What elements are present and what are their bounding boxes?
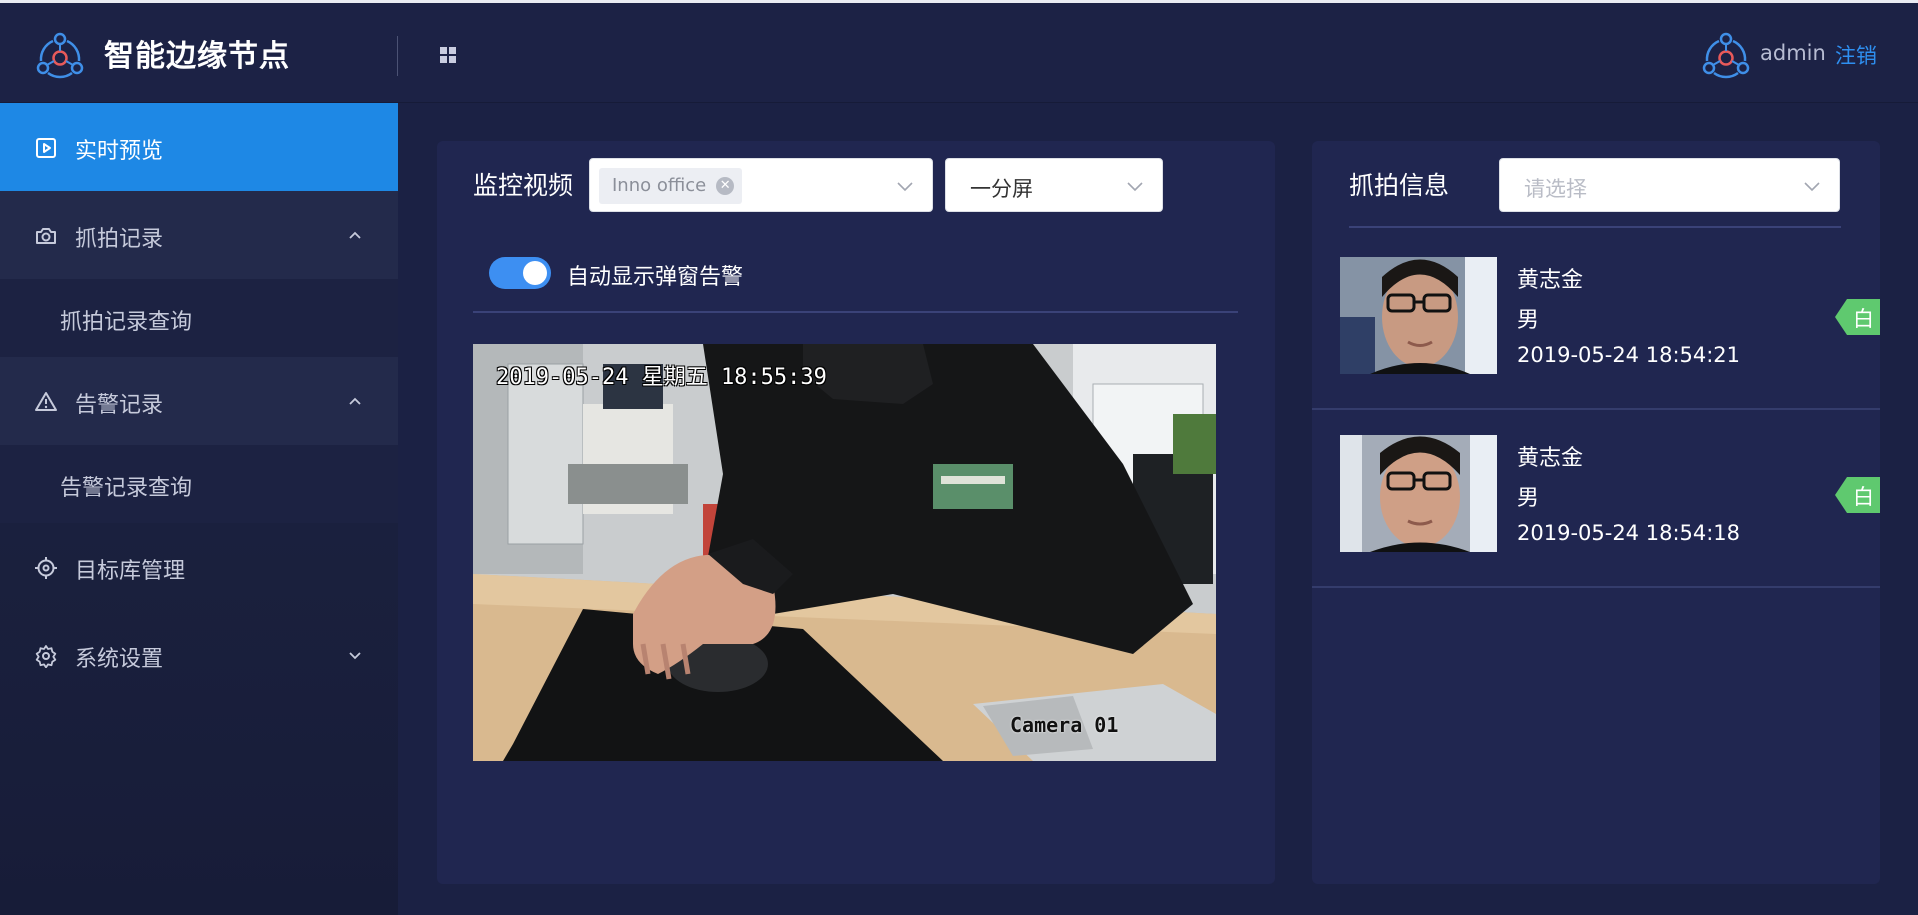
gear-icon (35, 645, 57, 668)
play-square-icon (36, 138, 56, 158)
sidebar-item-live-preview[interactable]: 实时预览 (0, 103, 398, 191)
chevron-down-icon (897, 182, 913, 192)
user-avatar-icon (1702, 32, 1750, 79)
capture-card[interactable]: 黄志金 男 2019-05-24 18:54:21 白 (1312, 257, 1880, 433)
chevron-up-icon (349, 397, 361, 405)
capture-filter-select[interactable]: 请选择 (1499, 158, 1840, 212)
chevron-up-icon (349, 231, 361, 239)
video-player[interactable]: 2019-05-24 星期五 18:55:39 Camera 01 (473, 344, 1216, 761)
video-osd-timestamp: 2019-05-24 星期五 18:55:39 (496, 365, 827, 390)
layout-select[interactable]: 一分屏 (945, 158, 1163, 212)
sidebar-item-label: 目标库管理 (75, 559, 186, 584)
auto-popup-toggle[interactable] (489, 257, 551, 289)
sidebar-item-capture-records[interactable]: 抓拍记录 (0, 191, 398, 279)
logout-link[interactable]: 注销 (1835, 40, 1877, 70)
camera-select[interactable]: Inno office ✕ (589, 158, 933, 212)
card-separator (1312, 586, 1880, 588)
video-frame (473, 344, 1216, 761)
camera-icon (36, 228, 56, 244)
sidebar-item-label: 实时预览 (75, 139, 164, 164)
whitelist-badge-label: 白 (1853, 307, 1874, 331)
sidebar: 实时预览 抓拍记录 抓拍记录查询 告警记录 告警记录查询 目标库管理 系统设置 (0, 103, 398, 915)
capture-timestamp: 2019-05-24 18:54:18 (1517, 521, 1741, 545)
sidebar-item-alarm-records[interactable]: 告警记录 (0, 357, 398, 445)
whitelist-badge-label: 白 (1853, 485, 1874, 509)
sidebar-item-label: 抓拍记录 (75, 227, 164, 252)
capture-timestamp: 2019-05-24 18:54:21 (1517, 343, 1741, 367)
capture-divider (1349, 226, 1841, 228)
grid-icon[interactable] (438, 45, 458, 65)
whitelist-badge: 白 (1835, 477, 1880, 513)
sidebar-item-system-settings[interactable]: 系统设置 (0, 611, 398, 699)
face-snapshot (1340, 435, 1497, 552)
layout-select-value: 一分屏 (970, 177, 1033, 201)
chevron-down-icon (1127, 182, 1143, 192)
sidebar-subitem-alarm-query[interactable]: 告警记录查询 (0, 445, 398, 523)
target-icon (35, 557, 57, 579)
capture-filter-placeholder: 请选择 (1524, 177, 1587, 201)
capture-panel-title: 抓拍信息 (1349, 171, 1450, 200)
capture-person-name: 黄志金 (1517, 446, 1584, 471)
sidebar-subitem-capture-query[interactable]: 抓拍记录查询 (0, 279, 398, 357)
app-title: 智能边缘节点 (104, 39, 290, 74)
camera-tag-label: Inno office (612, 175, 707, 196)
tag-close-icon[interactable]: ✕ (716, 177, 735, 195)
chevron-down-icon (1804, 182, 1820, 192)
capture-person-name: 黄志金 (1517, 268, 1584, 293)
top-header: 智能边缘节点 admin 注销 (0, 3, 1918, 103)
sidebar-item-target-library[interactable]: 目标库管理 (0, 523, 398, 611)
app-logo-icon (36, 32, 84, 79)
whitelist-badge: 白 (1835, 299, 1880, 335)
video-osd-camera-name: Camera 01 (1010, 713, 1119, 737)
sidebar-subitem-label: 告警记录查询 (60, 476, 193, 501)
chevron-down-icon (349, 652, 361, 660)
sidebar-subitem-label: 抓拍记录查询 (60, 310, 193, 335)
capture-person-gender: 男 (1517, 486, 1540, 511)
capture-card[interactable]: 黄志金 男 2019-05-24 18:54:18 白 (1312, 435, 1880, 611)
toggle-knob (523, 261, 547, 285)
warning-icon (35, 392, 57, 411)
camera-tag: Inno office ✕ (599, 168, 743, 204)
card-separator (1312, 408, 1880, 410)
sidebar-item-label: 告警记录 (75, 393, 164, 418)
header-divider (397, 36, 398, 76)
monitor-divider (473, 311, 1238, 313)
username: admin (1760, 41, 1826, 65)
face-snapshot (1340, 257, 1497, 374)
capture-person-gender: 男 (1517, 308, 1540, 333)
monitor-panel-title: 监控视频 (473, 171, 574, 200)
sidebar-item-label: 系统设置 (75, 647, 164, 672)
auto-popup-toggle-label: 自动显示弹窗告警 (567, 265, 744, 290)
